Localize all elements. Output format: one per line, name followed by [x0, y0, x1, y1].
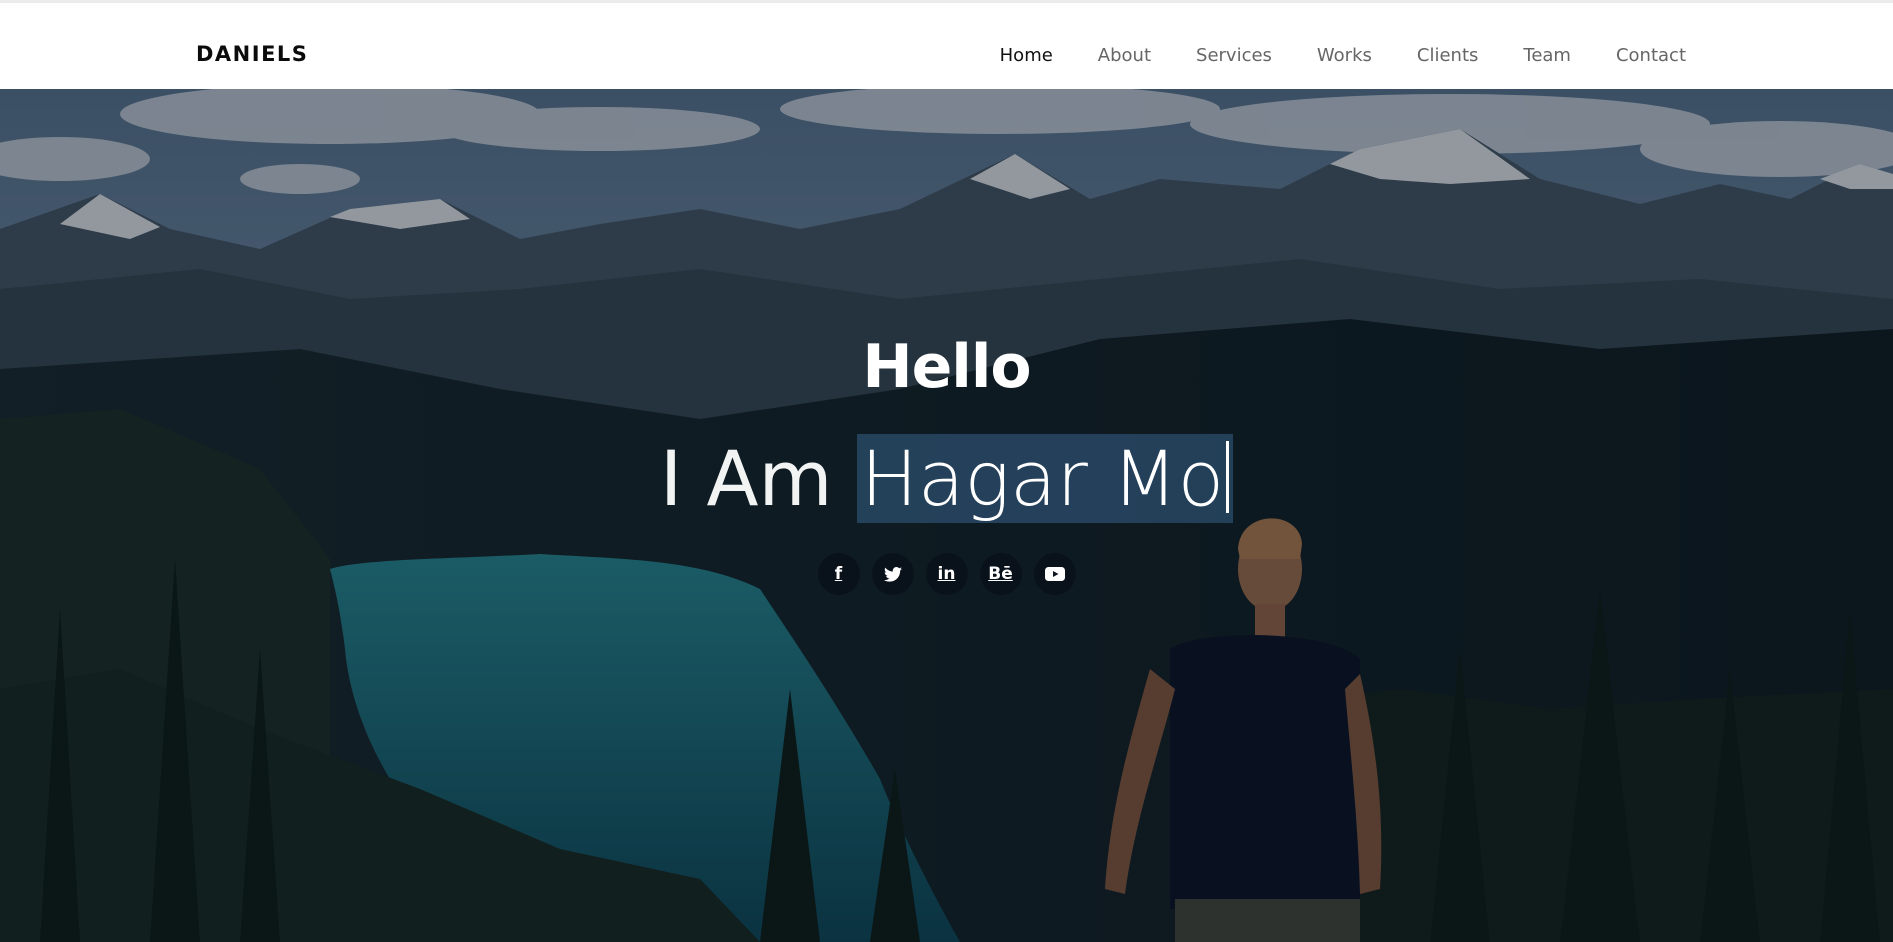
nav-item-clients: Clients — [1417, 45, 1479, 67]
typing-caret — [1226, 441, 1230, 513]
behance-link[interactable]: Bē — [979, 553, 1022, 595]
social-links: f in Bē — [817, 553, 1076, 595]
twitter-icon — [883, 566, 902, 582]
nav-link-home[interactable]: Home — [1000, 45, 1053, 67]
nav-item-team: Team — [1523, 45, 1571, 67]
hero-section: Hello I Am Hagar Mo f in Bē — [0, 89, 1893, 942]
nav-link-contact[interactable]: Contact — [1616, 45, 1686, 67]
nav-menu: Home About Services Works Clients Team C… — [1000, 45, 1686, 67]
nav-item-about: About — [1098, 45, 1151, 67]
nav-link-works[interactable]: Works — [1317, 45, 1372, 67]
nav-item-home: Home — [1000, 45, 1053, 67]
hero-greeting: Hello — [862, 332, 1031, 402]
tagline-prefix: I Am — [659, 434, 857, 523]
navbar: DANIELS Home About Services Works Client… — [0, 0, 1893, 89]
brand-logo[interactable]: DANIELS — [196, 42, 308, 66]
nav-link-services[interactable]: Services — [1196, 45, 1272, 67]
nav-link-about[interactable]: About — [1098, 45, 1151, 67]
facebook-icon: f — [834, 564, 843, 584]
nav-item-services: Services — [1196, 45, 1272, 67]
nav-link-clients[interactable]: Clients — [1417, 45, 1479, 67]
youtube-link[interactable] — [1033, 553, 1076, 595]
nav-link-team[interactable]: Team — [1523, 45, 1571, 67]
behance-icon: Bē — [988, 564, 1013, 584]
linkedin-link[interactable]: in — [925, 553, 968, 595]
linkedin-icon: in — [937, 564, 956, 584]
youtube-icon — [1044, 567, 1065, 581]
hero-tagline: I Am Hagar Mo — [0, 433, 1893, 525]
tagline-selected-text: Hagar Mo — [860, 434, 1225, 523]
nav-item-contact: Contact — [1616, 45, 1686, 67]
facebook-link[interactable]: f — [817, 553, 860, 595]
nav-item-works: Works — [1317, 45, 1372, 67]
tagline-typed-text: Hagar Mo — [856, 434, 1234, 523]
twitter-link[interactable] — [871, 553, 914, 595]
